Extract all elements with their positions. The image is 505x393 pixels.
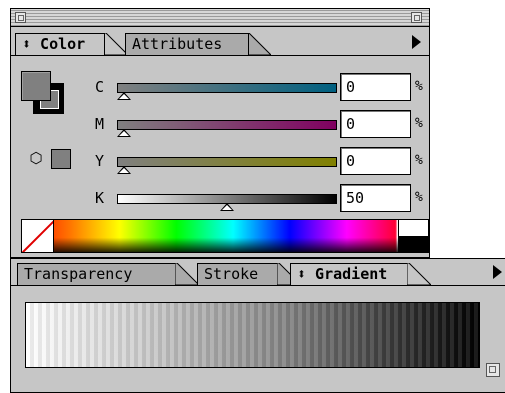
tab-stroke-label: Stroke: [204, 265, 259, 283]
tab-color[interactable]: ⬍ Color: [15, 33, 105, 55]
slider-magenta[interactable]: [117, 120, 337, 130]
tab-transparency-slope: [175, 263, 199, 285]
collapse-box-icon[interactable]: [486, 363, 500, 377]
tab-attributes-label: Attributes: [132, 35, 223, 53]
color-palette: ⬍ Color Attributes ⬡ C 0 % M 0 % Y 0 % K…: [10, 8, 430, 258]
black-unit: %: [415, 190, 423, 205]
tab-gradient-label: ⬍ Gradient: [297, 265, 388, 283]
channel-label-y: Y: [95, 152, 105, 170]
zoom-box-icon[interactable]: [411, 12, 422, 23]
gradient-palette: Transparency Stroke ⬍ Gradient: [10, 258, 505, 393]
cube-icon[interactable]: ⬡: [27, 149, 45, 167]
tab-gradient-slope: [407, 263, 431, 285]
tab-transparency[interactable]: Transparency: [17, 263, 177, 285]
yellow-unit: %: [415, 153, 423, 168]
slider-thumb-black[interactable]: [220, 203, 234, 211]
channel-label-m: M: [95, 115, 105, 133]
palette-menu-icon[interactable]: [493, 265, 502, 279]
tab-color-label: ⬍ Color: [22, 35, 86, 53]
magenta-unit: %: [415, 116, 423, 131]
tab-stroke[interactable]: Stroke: [197, 263, 279, 285]
slider-cyan[interactable]: [117, 83, 337, 93]
color-spectrum-ramp[interactable]: [21, 219, 429, 253]
tab-gradient[interactable]: ⬍ Gradient: [290, 263, 408, 285]
tab-divider: [11, 55, 429, 56]
gradient-tab-bar: Transparency Stroke ⬍ Gradient: [11, 259, 505, 285]
slider-thumb-magenta[interactable]: [117, 129, 131, 137]
color-tab-bar: ⬍ Color Attributes: [11, 29, 429, 55]
cyan-unit: %: [415, 79, 423, 94]
white-black-swatch[interactable]: [398, 220, 428, 252]
channel-label-k: K: [95, 189, 105, 207]
slider-thumb-cyan[interactable]: [117, 92, 131, 100]
tab-attributes-slope: [247, 33, 271, 55]
yellow-value-field[interactable]: 0: [340, 147, 411, 175]
fill-swatch[interactable]: [21, 71, 51, 101]
close-box-icon[interactable]: [15, 12, 26, 23]
cyan-value-field[interactable]: 0: [340, 73, 411, 101]
tab-attributes[interactable]: Attributes: [125, 33, 249, 55]
slider-thumb-yellow[interactable]: [117, 166, 131, 174]
palette-title-bar[interactable]: [11, 9, 429, 27]
channel-label-c: C: [95, 78, 105, 96]
none-swatch-icon[interactable]: [22, 220, 54, 252]
gradient-preview-bar[interactable]: [25, 302, 480, 368]
tab-transparency-label: Transparency: [24, 265, 133, 283]
slider-yellow[interactable]: [117, 157, 337, 167]
black-value-field[interactable]: 50: [340, 184, 411, 212]
gamut-color-swatch[interactable]: [51, 149, 71, 169]
palette-menu-icon[interactable]: [412, 35, 421, 49]
magenta-value-field[interactable]: 0: [340, 110, 411, 138]
tab-divider: [11, 285, 505, 286]
